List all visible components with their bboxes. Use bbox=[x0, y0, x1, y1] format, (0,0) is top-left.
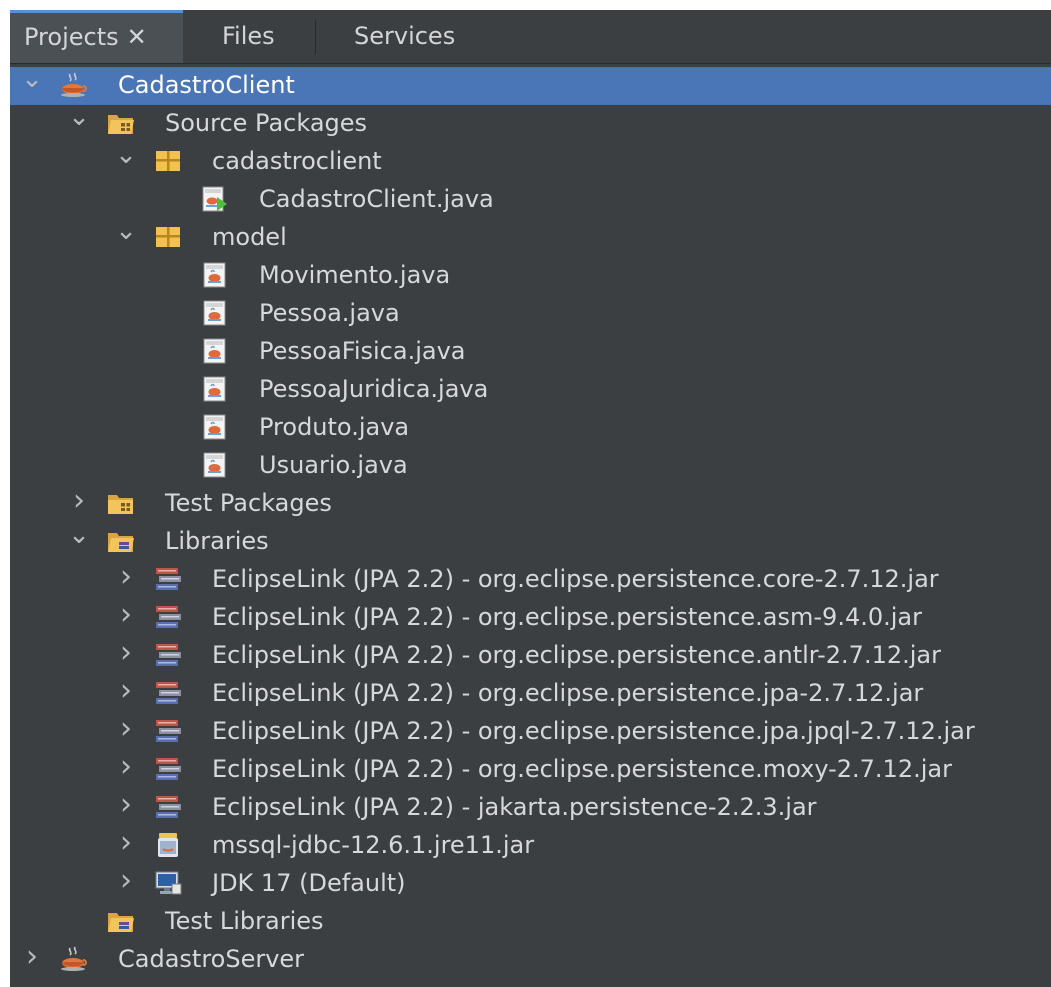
tree-row[interactable]: Produto.java bbox=[10, 409, 1051, 447]
jar-file-icon bbox=[154, 832, 182, 858]
tree-row[interactable]: ⌄ model bbox=[10, 217, 1051, 257]
close-icon[interactable]: ✕ bbox=[127, 23, 147, 51]
tree-row-label: Test Packages bbox=[165, 489, 332, 517]
java-class-icon bbox=[201, 414, 229, 440]
tree-row-label: Libraries bbox=[165, 527, 269, 555]
library-jar-icon bbox=[154, 604, 182, 630]
tree-row-label: Source Packages bbox=[165, 109, 368, 137]
tree-row-label: CadastroClient.java bbox=[259, 185, 494, 213]
tree-row[interactable]: Pessoa.java bbox=[10, 295, 1051, 333]
jdk-icon bbox=[154, 870, 182, 896]
java-class-icon bbox=[201, 452, 229, 478]
chevron-down-icon[interactable]: ⌄ bbox=[67, 103, 91, 131]
java-class-icon bbox=[201, 376, 229, 402]
tree-row[interactable]: › mssql-jdbc-12.6.1.jre11.jar bbox=[10, 827, 1051, 865]
package-icon bbox=[154, 224, 182, 250]
chevron-down-icon[interactable]: ⌄ bbox=[114, 217, 138, 245]
tree-row-label: CadastroServer bbox=[118, 945, 305, 973]
test-folder-icon bbox=[107, 490, 135, 516]
chevron-right-icon[interactable]: › bbox=[114, 638, 138, 668]
chevron-down-icon[interactable]: ⌄ bbox=[67, 521, 91, 549]
tree-row[interactable]: ⌄ CadastroClient bbox=[10, 65, 1051, 105]
tree-row-label: EclipseLink (JPA 2.2) - org.eclipse.pers… bbox=[212, 641, 941, 669]
tree-row[interactable]: › EclipseLink (JPA 2.2) - org.eclipse.per… bbox=[10, 637, 1051, 675]
chevron-right-icon[interactable]: › bbox=[114, 600, 138, 630]
tree-row[interactable]: ⌄ Libraries bbox=[10, 521, 1051, 561]
java-class-icon bbox=[201, 300, 229, 326]
source-folder-icon bbox=[107, 110, 135, 136]
tree-row[interactable]: CadastroClient.java bbox=[10, 181, 1051, 219]
chevron-right-icon[interactable]: › bbox=[114, 562, 138, 592]
tree-row[interactable]: › JDK 17 (Default) bbox=[10, 865, 1051, 903]
library-jar-icon bbox=[154, 794, 182, 820]
tree-row[interactable]: Movimento.java bbox=[10, 257, 1051, 295]
chevron-right-icon[interactable]: › bbox=[114, 790, 138, 820]
java-main-class-icon bbox=[201, 186, 229, 212]
library-jar-icon bbox=[154, 756, 182, 782]
tab-files-label: Files bbox=[222, 22, 275, 50]
tab-separator bbox=[315, 20, 316, 54]
tab-services-label: Services bbox=[354, 22, 456, 50]
tree-row-label: EclipseLink (JPA 2.2) - jakarta.persiste… bbox=[212, 793, 817, 821]
library-jar-icon bbox=[154, 566, 182, 592]
tree-row-label: Pessoa.java bbox=[259, 299, 400, 327]
tab-projects-label: Projects bbox=[24, 23, 119, 51]
tree-row-label: cadastroclient bbox=[212, 147, 382, 175]
java-project-icon bbox=[60, 946, 88, 972]
tree-row[interactable]: › EclipseLink (JPA 2.2) - org.eclipse.per… bbox=[10, 751, 1051, 789]
chevron-right-icon[interactable]: › bbox=[114, 866, 138, 896]
chevron-down-icon[interactable]: ⌄ bbox=[20, 65, 44, 93]
library-jar-icon bbox=[154, 680, 182, 706]
java-project-icon bbox=[60, 72, 88, 98]
tab-projects[interactable]: Projects ✕ bbox=[10, 10, 183, 63]
tree-row-label: EclipseLink (JPA 2.2) - org.eclipse.pers… bbox=[212, 603, 922, 631]
tree-row-label: model bbox=[212, 223, 287, 251]
chevron-right-icon[interactable]: › bbox=[114, 714, 138, 744]
tree-row[interactable]: › CadastroServer bbox=[10, 941, 1051, 979]
tab-services[interactable]: Services bbox=[354, 10, 455, 63]
tree-row-label: JDK 17 (Default) bbox=[212, 869, 406, 897]
library-jar-icon bbox=[154, 642, 182, 668]
libraries-folder-icon bbox=[107, 908, 135, 934]
tree-row[interactable]: › EclipseLink (JPA 2.2) - org.eclipse.per… bbox=[10, 675, 1051, 713]
tree-row-label: PessoaFisica.java bbox=[259, 337, 466, 365]
projects-window: Projects ✕ Files Services ⌄ CadastroClient… bbox=[10, 10, 1051, 987]
tree-row-label: Usuario.java bbox=[259, 451, 408, 479]
package-icon bbox=[154, 148, 182, 174]
tree-row[interactable]: Usuario.java bbox=[10, 447, 1051, 485]
tree-row[interactable]: › Test Packages bbox=[10, 485, 1051, 523]
tree-row[interactable]: Test Libraries bbox=[10, 903, 1051, 941]
library-jar-icon bbox=[154, 718, 182, 744]
chevron-right-icon[interactable]: › bbox=[114, 676, 138, 706]
java-class-icon bbox=[201, 262, 229, 288]
chevron-down-icon[interactable]: ⌄ bbox=[114, 141, 138, 169]
chevron-right-icon[interactable]: › bbox=[67, 486, 91, 516]
tree-row[interactable]: › EclipseLink (JPA 2.2) - org.eclipse.per… bbox=[10, 561, 1051, 599]
tree-row[interactable]: PessoaJuridica.java bbox=[10, 371, 1051, 409]
tree-row-label: EclipseLink (JPA 2.2) - org.eclipse.pers… bbox=[212, 565, 939, 593]
tree-row[interactable]: PessoaFisica.java bbox=[10, 333, 1051, 371]
tree-row-label: EclipseLink (JPA 2.2) - org.eclipse.pers… bbox=[212, 679, 924, 707]
tree-row[interactable]: ⌄ cadastroclient bbox=[10, 141, 1051, 181]
tab-files[interactable]: Files bbox=[222, 10, 275, 63]
chevron-right-icon[interactable]: › bbox=[20, 942, 44, 972]
tree-row-label: PessoaJuridica.java bbox=[259, 375, 489, 403]
tree-row[interactable]: › EclipseLink (JPA 2.2) - jakarta.persist… bbox=[10, 789, 1051, 827]
tree-row-label: Produto.java bbox=[259, 413, 410, 441]
tree-row-label: mssql-jdbc-12.6.1.jre11.jar bbox=[212, 831, 535, 859]
chevron-right-icon[interactable]: › bbox=[114, 752, 138, 782]
libraries-folder-icon bbox=[107, 528, 135, 554]
tree-row-label: EclipseLink (JPA 2.2) - org.eclipse.pers… bbox=[212, 755, 952, 783]
tab-bar: Projects ✕ Files Services bbox=[10, 10, 1051, 64]
chevron-right-icon[interactable]: › bbox=[114, 828, 138, 858]
tree-row-label: EclipseLink (JPA 2.2) - org.eclipse.pers… bbox=[212, 717, 975, 745]
tree-row[interactable]: › EclipseLink (JPA 2.2) - org.eclipse.per… bbox=[10, 599, 1051, 637]
tree-row-label: Test Libraries bbox=[165, 907, 324, 935]
tree-row[interactable]: ⌄ Source Packages bbox=[10, 103, 1051, 143]
tree-row-label: Movimento.java bbox=[259, 261, 451, 289]
tree-row-label: CadastroClient bbox=[118, 71, 295, 99]
java-class-icon bbox=[201, 338, 229, 364]
tree-row[interactable]: › EclipseLink (JPA 2.2) - org.eclipse.per… bbox=[10, 713, 1051, 751]
